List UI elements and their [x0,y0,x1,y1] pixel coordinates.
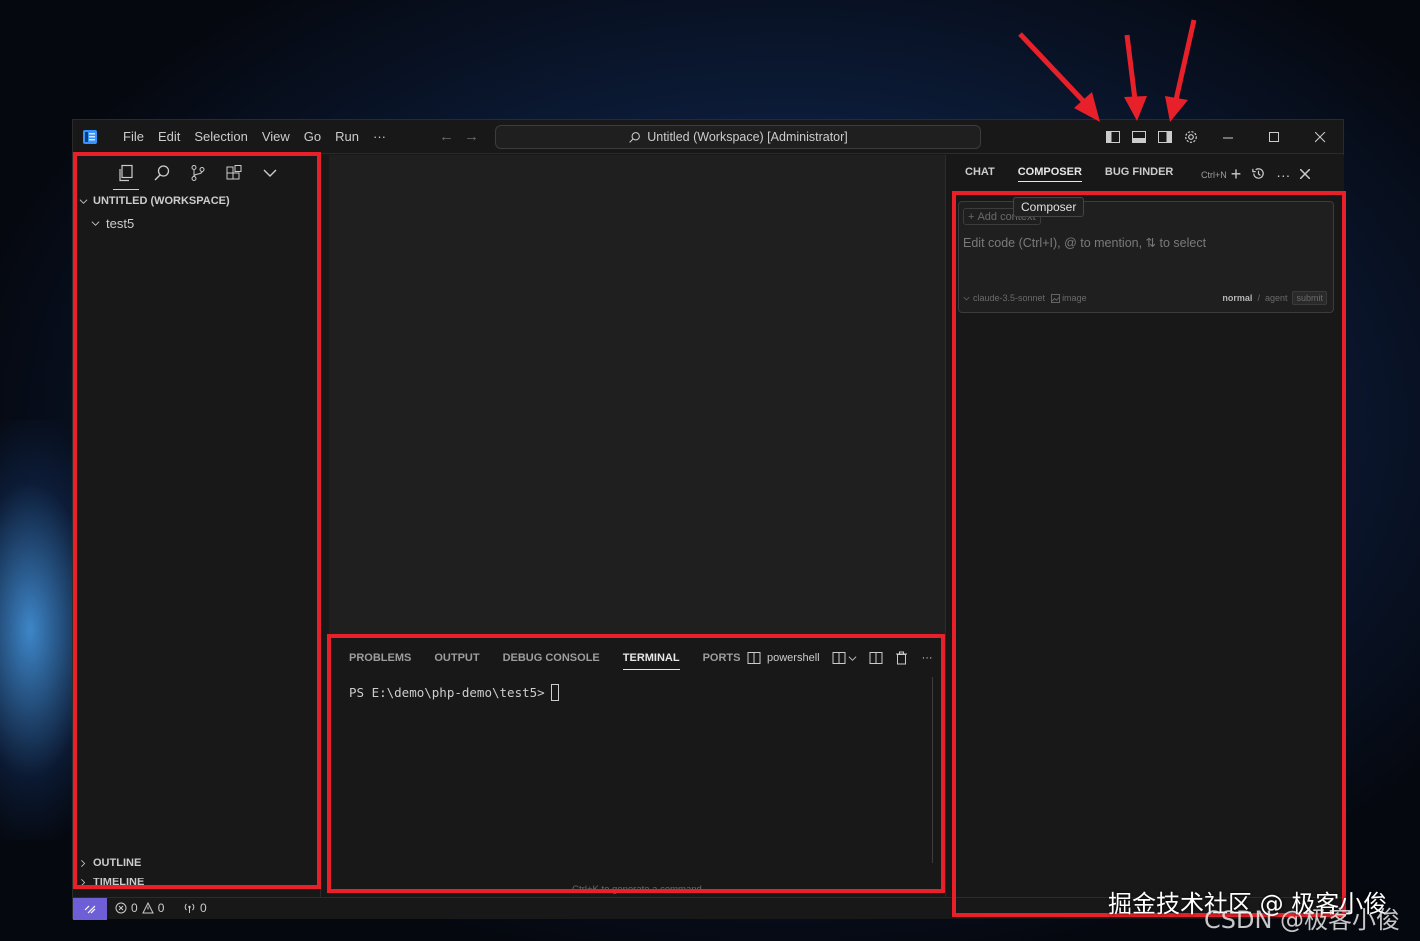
arrow-right [1173,19,1197,101]
ai-tabs: CHAT COMPOSER BUG FINDER [965,166,1196,182]
arrow-left-head [1074,92,1100,122]
editor-area[interactable] [329,155,945,635]
menu-run[interactable]: Run [328,120,366,154]
menu-view[interactable]: View [255,120,297,154]
ports-count: 0 [200,901,207,915]
title-bar: File Edit Selection View Go Run ··· ← → … [73,120,1343,154]
warning-count: 0 [157,901,165,915]
command-center[interactable]: Untitled (Workspace) [Administrator] [495,125,981,149]
highlight-composer [952,191,1346,917]
composer-actions: Ctrl+N + ··· [1201,164,1311,185]
highlight-panel [327,634,945,893]
back-arrow-icon[interactable]: ← [439,128,454,145]
problems-status[interactable]: 0 0 [115,901,164,915]
tab-composer[interactable]: COMPOSER [1017,166,1082,182]
tab-bug-finder[interactable]: BUG FINDER [1105,166,1173,182]
menu-edit[interactable]: Edit [151,120,187,154]
toggle-primary-sidebar-icon[interactable] [1103,127,1123,147]
tab-chat[interactable]: CHAT [965,166,995,182]
maximize-icon[interactable] [1251,120,1297,154]
menu-bar: File Edit Selection View Go Run ··· [116,120,393,154]
toggle-secondary-sidebar-icon[interactable] [1155,127,1175,147]
history-icon[interactable] [1251,166,1266,183]
highlight-sidebar [73,152,321,889]
remote-icon [84,905,96,914]
plus-icon[interactable]: + [1231,164,1242,185]
arrow-left [1018,32,1089,107]
error-icon [115,902,127,914]
ports-status[interactable]: 0 [183,901,207,915]
menu-go[interactable]: Go [297,120,328,154]
menu-more[interactable]: ··· [366,120,393,154]
command-center-label: Untitled (Workspace) [Administrator] [647,130,848,144]
search-icon [629,131,641,143]
layout-controls [1103,127,1201,147]
minimize-icon[interactable] [1205,120,1251,154]
new-composer-shortcut: Ctrl+N [1201,169,1227,180]
menu-file[interactable]: File [116,120,151,154]
toggle-panel-icon[interactable] [1129,127,1149,147]
watermark-csdn: CSDN @极客小俊 [1204,906,1401,934]
warning-icon [141,902,154,914]
close-icon[interactable] [1299,167,1311,181]
gear-icon[interactable] [1181,127,1201,147]
arrow-middle-head [1124,96,1147,121]
nav-arrows: ← → [439,128,479,145]
window-controls [1205,120,1343,154]
close-icon[interactable] [1297,120,1343,154]
app-logo-icon [83,130,97,144]
remote-button[interactable] [73,898,107,920]
more-icon[interactable]: ··· [1276,167,1290,183]
menu-selection[interactable]: Selection [187,120,254,154]
forward-arrow-icon[interactable]: → [464,128,479,145]
broadcast-icon [184,903,195,913]
error-count: 0 [131,901,138,915]
arrow-middle [1124,34,1138,101]
